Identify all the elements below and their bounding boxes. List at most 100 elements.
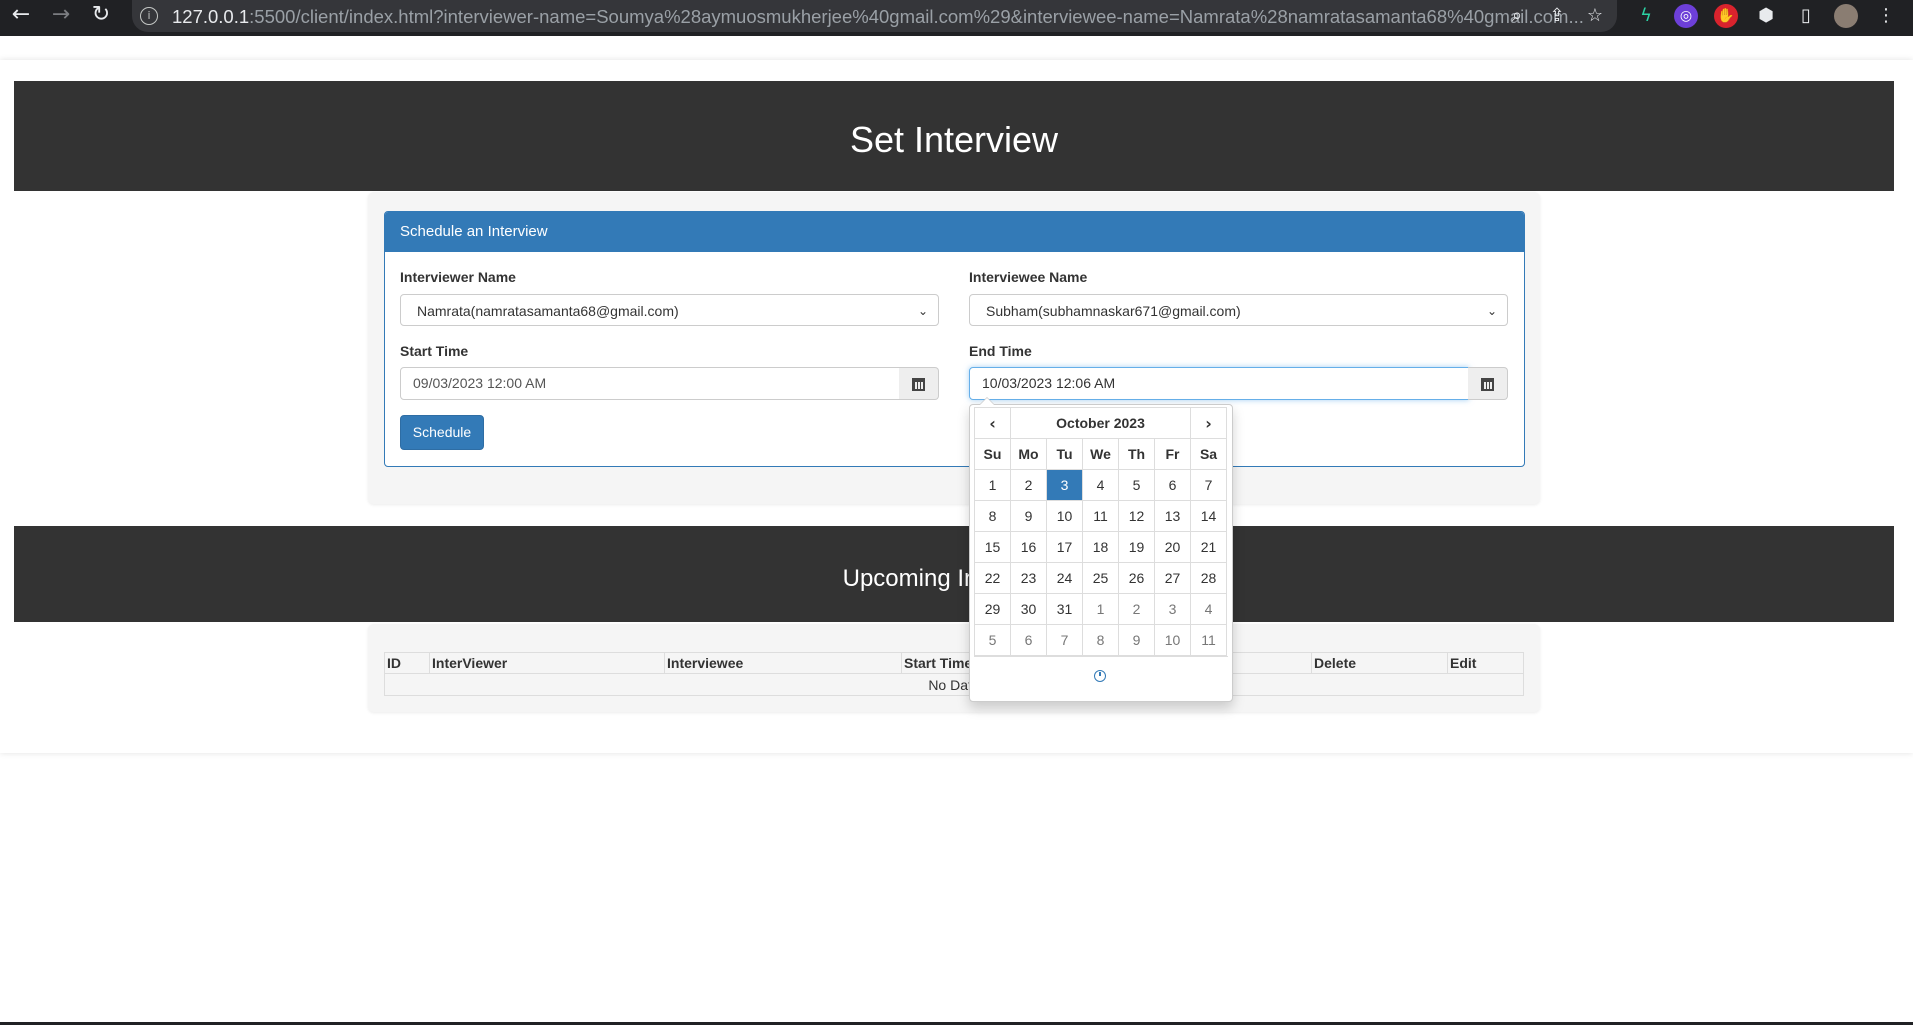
calendar-day[interactable]: 3	[1046, 469, 1083, 501]
calendar-day[interactable]: 11	[1082, 500, 1119, 532]
calendar-week-row: 22 23 24 25 26 27 28	[974, 562, 1227, 594]
end-calendar-button[interactable]	[1468, 367, 1508, 400]
bolt-extension-icon[interactable]: ϟ	[1634, 4, 1658, 28]
calendar-day[interactable]: 17	[1046, 531, 1083, 563]
upcoming-banner: Upcoming Interviews	[14, 526, 1894, 622]
calendar-day[interactable]: 20	[1154, 531, 1191, 563]
calendar-day[interactable]: 3	[1154, 593, 1191, 625]
calendar-day[interactable]: 18	[1082, 531, 1119, 563]
calendar-week-row: 1234567	[974, 469, 1227, 501]
calendar-week-row: 15 16 17 18 19 20 21	[974, 531, 1227, 563]
zoom-icon[interactable]: ⌕	[1505, 4, 1529, 28]
next-month-icon[interactable]: ›	[1190, 407, 1227, 439]
calendar-day[interactable]: 1	[1082, 593, 1119, 625]
calendar-day[interactable]: 2	[1010, 469, 1047, 501]
calendar-day[interactable]: 8	[974, 500, 1011, 532]
weekday-row: Su Mo Tu We Th Fr Sa	[974, 438, 1227, 470]
datepicker-popup: ‹ October 2023 › Su Mo Tu We Th Fr Sa 12…	[969, 397, 1233, 702]
calendar-day[interactable]: 16	[1010, 531, 1047, 563]
calendar-day[interactable]: 29	[974, 593, 1011, 625]
calendar-day[interactable]: 7	[1046, 624, 1083, 656]
table-row: No Data	[384, 673, 1524, 696]
calendar-day[interactable]: 4	[1190, 593, 1227, 625]
calendar-day[interactable]: 1	[974, 469, 1011, 501]
share-icon[interactable]: ⇪	[1545, 4, 1569, 28]
start-calendar-button[interactable]	[899, 367, 939, 400]
calendar-day[interactable]: 11	[1190, 624, 1227, 656]
purple-extension-icon[interactable]: ◎	[1674, 4, 1698, 28]
calendar-day[interactable]: 9	[1118, 624, 1155, 656]
reload-icon[interactable]: ↻	[86, 0, 116, 30]
calendar-day[interactable]: 21	[1190, 531, 1227, 563]
site-info-icon[interactable]: i	[140, 7, 158, 25]
interviewee-select[interactable]: Subham(subhamnaskar671@gmail.com) ⌄	[969, 294, 1508, 326]
calendar-day[interactable]: 28	[1190, 562, 1227, 594]
weekday-label: Tu	[1046, 438, 1083, 470]
calendar-day[interactable]: 25	[1082, 562, 1119, 594]
month-label[interactable]: October 2023	[1010, 407, 1191, 439]
calendar-week-row: 29 30 31 1 2 3 4	[974, 593, 1227, 625]
avatar[interactable]	[1834, 4, 1858, 28]
calendar-day[interactable]: 6	[1154, 469, 1191, 501]
weekday-label: Su	[974, 438, 1011, 470]
start-time-value: 09/03/2023 12:00 AM	[413, 375, 547, 391]
calendar-day[interactable]: 5	[974, 624, 1011, 656]
calendar-day[interactable]: 8	[1082, 624, 1119, 656]
forward-icon[interactable]: →	[46, 0, 76, 30]
calendar-day[interactable]: 22	[974, 562, 1011, 594]
calendar-grid: ‹ October 2023 › Su Mo Tu We Th Fr Sa 12…	[974, 407, 1227, 656]
calendar-day[interactable]: 24	[1046, 562, 1083, 594]
interviewee-value: Subham(subhamnaskar671@gmail.com)	[986, 303, 1241, 319]
calendar-day[interactable]: 13	[1154, 500, 1191, 532]
calendar-day[interactable]: 31	[1046, 593, 1083, 625]
calendar-icon	[912, 378, 925, 391]
calendar-day[interactable]: 26	[1118, 562, 1155, 594]
side-panel-icon[interactable]: ▯	[1794, 4, 1818, 28]
menu-icon[interactable]: ⋮	[1874, 4, 1898, 28]
interviewer-select[interactable]: Namrata(namratasamanta68@gmail.com) ⌄	[400, 294, 939, 326]
calendar-icon	[1481, 378, 1494, 391]
col-delete: Delete	[1311, 652, 1448, 674]
address-bar[interactable]: i 127.0.0.1:5500/client/index.html?inter…	[132, 0, 1617, 32]
interviews-table: ID InterViewer Interviewee Start Time En…	[384, 652, 1524, 696]
weekday-label: Sa	[1190, 438, 1227, 470]
calendar-day[interactable]: 10	[1046, 500, 1083, 532]
url-text: 127.0.0.1:5500/client/index.html?intervi…	[172, 6, 1584, 28]
interviewer-value: Namrata(namratasamanta68@gmail.com)	[417, 303, 679, 319]
calendar-day[interactable]: 2	[1118, 593, 1155, 625]
weekday-label: Mo	[1010, 438, 1047, 470]
calendar-day[interactable]: 10	[1154, 624, 1191, 656]
calendar-day[interactable]: 19	[1118, 531, 1155, 563]
calendar-day[interactable]: 12	[1118, 500, 1155, 532]
chevron-down-icon: ⌄	[917, 304, 928, 318]
calendar-day[interactable]: 7	[1190, 469, 1227, 501]
calendar-day[interactable]: 4	[1082, 469, 1119, 501]
interviewer-label: Interviewer Name	[400, 269, 516, 285]
calendar-day[interactable]: 23	[1010, 562, 1047, 594]
browser-toolbar: ← → ↻ i 127.0.0.1:5500/client/index.html…	[0, 0, 1913, 36]
back-icon[interactable]: ←	[6, 0, 36, 30]
calendar-day[interactable]: 15	[974, 531, 1011, 563]
calendar-day[interactable]: 9	[1010, 500, 1047, 532]
calendar-day[interactable]: 6	[1010, 624, 1047, 656]
end-time-input[interactable]: 10/03/2023 12:06 AM	[969, 367, 1469, 400]
header-banner: Set Interview	[14, 81, 1894, 191]
url-host: 127.0.0.1	[172, 6, 250, 27]
upcoming-title: Upcoming Interviews	[842, 565, 1066, 592]
start-time-label: Start Time	[400, 343, 469, 359]
col-id: ID	[384, 652, 430, 674]
calendar-day[interactable]: 30	[1010, 593, 1047, 625]
table-header-row: ID InterViewer Interviewee Start Time En…	[384, 652, 1524, 674]
calendar-day[interactable]: 5	[1118, 469, 1155, 501]
time-toggle-button[interactable]	[974, 656, 1228, 697]
col-edit: Edit	[1447, 652, 1524, 674]
prev-month-icon[interactable]: ‹	[974, 407, 1011, 439]
stop-extension-icon[interactable]: ✋	[1714, 4, 1738, 28]
start-time-input[interactable]: 09/03/2023 12:00 AM	[400, 367, 900, 400]
calendar-day[interactable]: 27	[1154, 562, 1191, 594]
calendar-day[interactable]: 14	[1190, 500, 1227, 532]
star-icon[interactable]: ☆	[1583, 4, 1607, 28]
schedule-button[interactable]: Schedule	[400, 415, 484, 450]
end-time-value: 10/03/2023 12:06 AM	[982, 375, 1116, 391]
puzzle-icon[interactable]: ⬢	[1754, 4, 1778, 28]
